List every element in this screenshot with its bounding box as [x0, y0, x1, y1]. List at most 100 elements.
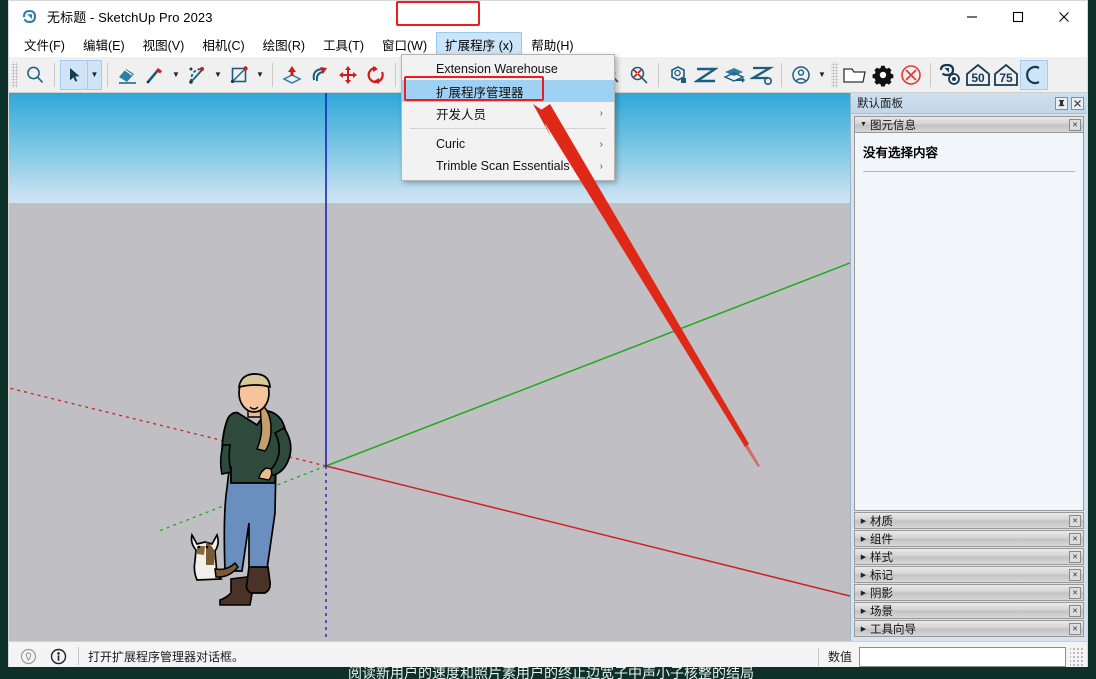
red-axis	[325, 465, 850, 597]
maximize-button[interactable]	[995, 1, 1041, 32]
section-label: 材质	[870, 515, 893, 528]
titlebar: 无标题 - SketchUp Pro 2023	[9, 1, 1087, 32]
rectangle-dropdown-arrow-icon[interactable]: ▼	[253, 60, 267, 90]
version-50-icon[interactable]: 50	[964, 60, 992, 90]
geo-location-icon[interactable]	[17, 645, 39, 667]
menu-tools[interactable]: 工具(T)	[314, 32, 373, 57]
section-header-materials[interactable]: ▶ 材质 ✕	[854, 512, 1084, 529]
section-label: 组件	[870, 533, 893, 546]
section-close-icon[interactable]: ✕	[1069, 550, 1081, 563]
zoom-window-icon[interactable]	[625, 60, 653, 90]
menu-draw[interactable]: 绘图(R)	[254, 32, 314, 57]
menu-item-extension-manager[interactable]: 扩展程序管理器	[402, 80, 614, 102]
info-circle-icon[interactable]	[47, 645, 69, 667]
section-close-icon[interactable]: ✕	[1069, 568, 1081, 581]
app-root: 阅读新用户的速度和照片素用户的终止边宽子中声小子核整的结局 无标题 - Sket…	[0, 0, 1096, 679]
statusbar-divider-2	[817, 647, 819, 666]
menu-edit[interactable]: 编辑(E)	[74, 32, 134, 57]
svg-text:50: 50	[971, 71, 985, 85]
arc-dropdown-arrow-icon[interactable]: ▼	[211, 60, 225, 90]
tray-sections: ▼ 图元信息 ✕ 没有选择内容 ▶ 材质 ✕ ▶ 组件 ✕ ▶ 样式 ✕ ▶ 标…	[851, 114, 1087, 641]
disable-circle-icon[interactable]	[897, 60, 925, 90]
menu-item-curic[interactable]: Curic ›	[402, 133, 614, 155]
close-icon[interactable]	[1071, 96, 1084, 110]
toolbar-separator	[930, 62, 931, 87]
push-pull-icon[interactable]	[278, 60, 306, 90]
submenu-arrow-icon: ›	[599, 138, 603, 150]
section-tags: ▶ 标记 ✕	[854, 566, 1084, 583]
menu-item-developer[interactable]: 开发人员 ›	[402, 102, 614, 124]
pencil-dropdown-arrow-icon[interactable]: ▼	[169, 60, 183, 90]
chevron-right-icon: ▶	[860, 517, 867, 525]
pin-icon[interactable]	[1055, 96, 1068, 110]
section-close-icon[interactable]: ✕	[1069, 586, 1081, 599]
section-instructor: ▶ 工具向导 ✕	[854, 620, 1084, 637]
status-message: 打开扩展程序管理器对话框。	[88, 649, 245, 664]
intersect-icon[interactable]	[692, 60, 720, 90]
measurement-input[interactable]	[859, 646, 1066, 667]
eraser-icon[interactable]	[113, 60, 141, 90]
section-materials: ▶ 材质 ✕	[854, 512, 1084, 529]
section-header-components[interactable]: ▶ 组件 ✕	[854, 530, 1084, 547]
section-close-icon[interactable]: ✕	[1069, 532, 1081, 545]
outer-shell-icon[interactable]	[748, 60, 776, 90]
section-label: 阴影	[870, 587, 893, 600]
select-dropdown-arrow-icon[interactable]: ▼	[88, 59, 102, 90]
section-label: 图元信息	[870, 119, 916, 132]
section-body-entity-info: 没有选择内容	[854, 133, 1084, 511]
arc-icon[interactable]	[183, 60, 211, 90]
minimize-button[interactable]	[949, 1, 995, 32]
menu-view[interactable]: 视图(V)	[134, 32, 194, 57]
section-entity-info: ▼ 图元信息 ✕ 没有选择内容	[854, 116, 1084, 511]
rotate-arc-icon[interactable]	[306, 60, 334, 90]
section-header-entity-info[interactable]: ▼ 图元信息 ✕	[854, 116, 1084, 133]
version-75-icon[interactable]: 75	[992, 60, 1020, 90]
section-header-styles[interactable]: ▶ 样式 ✕	[854, 548, 1084, 565]
window-controls	[949, 1, 1087, 32]
version-c-icon[interactable]	[1020, 59, 1048, 90]
section-label: 场景	[870, 605, 893, 618]
section-close-icon[interactable]: ✕	[1069, 514, 1081, 527]
section-close-icon[interactable]: ✕	[1069, 622, 1081, 635]
menu-item-label: Trimble Scan Essentials	[436, 159, 570, 173]
model-info-icon[interactable]	[936, 60, 964, 90]
section-header-shadows[interactable]: ▶ 阴影 ✕	[854, 584, 1084, 601]
close-button[interactable]	[1041, 1, 1087, 32]
open-folder-icon[interactable]	[841, 60, 869, 90]
chevron-right-icon: ▶	[860, 553, 867, 561]
chevron-right-icon: ▶	[860, 571, 867, 579]
section-label: 样式	[870, 551, 893, 564]
toolbar-grip-2[interactable]	[831, 61, 838, 88]
account-avatar-icon[interactable]	[787, 60, 815, 90]
resize-grip[interactable]	[1070, 646, 1084, 667]
menu-camera[interactable]: 相机(C)	[193, 32, 253, 57]
section-shadows: ▶ 阴影 ✕	[854, 584, 1084, 601]
move-icon[interactable]	[334, 60, 362, 90]
rectangle-icon[interactable]	[225, 60, 253, 90]
menu-file[interactable]: 文件(F)	[15, 32, 74, 57]
follow-me-icon[interactable]	[362, 60, 390, 90]
section-close-icon[interactable]: ✕	[1069, 604, 1081, 617]
toolbar-grip[interactable]	[11, 61, 18, 88]
pencil-line-icon[interactable]	[141, 60, 169, 90]
account-dropdown-arrow-icon[interactable]: ▼	[815, 60, 829, 90]
menu-item-label: Extension Warehouse	[436, 62, 558, 76]
solid-tools-icon[interactable]	[664, 60, 692, 90]
menu-item-extension-warehouse[interactable]: Extension Warehouse	[402, 58, 614, 80]
section-header-scenes[interactable]: ▶ 场景 ✕	[854, 602, 1084, 619]
submenu-arrow-icon: ›	[599, 107, 603, 119]
layers-icon[interactable]	[720, 60, 748, 90]
gear-settings-icon[interactable]	[869, 60, 897, 90]
zoom-magnifier-icon[interactable]	[21, 60, 49, 90]
default-tray-panel: 默认面板 ▼ 图元信息 ✕ 没有选择内容 ▶ 材质 ✕ ▶ 组件 ✕ ▶ 样式 …	[850, 93, 1087, 641]
extensions-dropdown-menu: Extension Warehouse 扩展程序管理器 开发人员 › Curic…	[401, 54, 615, 181]
bottom-caption-text: 阅读新用户的速度和照片素用户的终止边宽子中声小子核整的结局	[348, 667, 754, 679]
section-close-icon[interactable]: ✕	[1069, 118, 1081, 131]
chevron-right-icon: ▶	[860, 535, 867, 543]
bottom-caption-strip: 阅读新用户的速度和照片素用户的终止边宽子中声小子核整的结局	[0, 667, 1096, 679]
section-label: 工具向导	[870, 623, 916, 636]
select-arrow-icon[interactable]	[60, 59, 88, 90]
menu-item-trimble-scan-essentials[interactable]: Trimble Scan Essentials ›	[402, 155, 614, 177]
section-header-instructor[interactable]: ▶ 工具向导 ✕	[854, 620, 1084, 637]
section-header-tags[interactable]: ▶ 标记 ✕	[854, 566, 1084, 583]
